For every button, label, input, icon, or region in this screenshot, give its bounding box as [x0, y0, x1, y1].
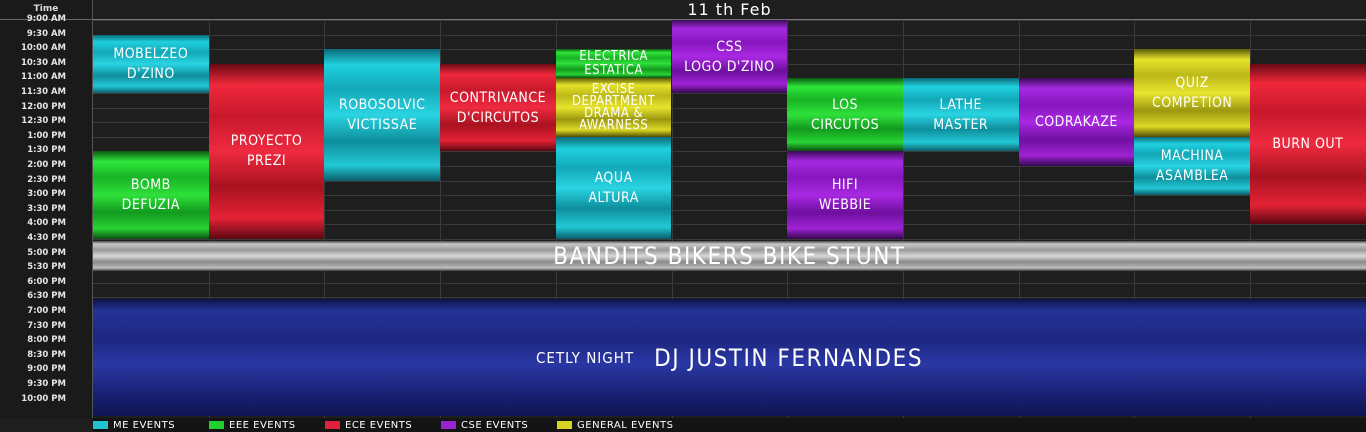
time-label: 5:00 PM [27, 247, 66, 258]
event-machina[interactable]: MACHINA ASAMBLEA [1134, 136, 1250, 196]
time-label: 5:30 PM [27, 262, 66, 273]
event-label: BOMB DEFUZIA [121, 177, 181, 214]
grid-row-line [93, 297, 1366, 299]
time-label: 1:00 PM [27, 130, 66, 141]
time-label: 9:30 PM [27, 379, 66, 389]
legend-label: GENERAL EVENTS [577, 419, 674, 431]
legend-swatch [325, 421, 340, 429]
event-mobelzeo[interactable]: MOBELZEO D'ZINO [93, 34, 209, 93]
event-label: CODRAKAZE [1034, 114, 1118, 131]
event-label: BURN OUT [1272, 136, 1344, 153]
legend-swatch [209, 421, 224, 429]
event-label: EXCISE DEPARTMENT DRAMA & AWARNESS [571, 81, 656, 133]
legend-item: ECE EVENTS [325, 419, 412, 431]
event-quiz[interactable]: QUIZ COMPETION [1134, 49, 1250, 137]
time-label: 11:30 AM [20, 87, 66, 97]
bike-stunt-label: BANDITS BIKERS BIKE STUNT [553, 242, 906, 270]
time-label: 9:30 AM [26, 28, 66, 39]
time-label: 11:00 AM [20, 72, 66, 83]
event-label: ROBOSOLVIC VICTISSAE [338, 96, 426, 133]
event-contrivance[interactable]: CONTRIVANCE D'CIRCUTOS [440, 63, 556, 152]
event-label: ELECTRICA ESTATICA [579, 48, 649, 78]
event-label: AQUA ALTURA [588, 169, 639, 206]
time-label: 4:30 PM [27, 233, 66, 243]
time-column: Time 9:00 AM 9:30 AM 10:00 AM 10:30 AM 11:00… [0, 0, 93, 418]
event-codrakaze[interactable]: CODRAKAZE [1018, 78, 1135, 166]
legend-item: CSE EVENTS [441, 419, 528, 431]
legend-swatch [557, 421, 572, 429]
schedule-app: Time 9:00 AM 9:30 AM 10:00 AM 10:30 AM 11:00… [0, 0, 1366, 432]
event-label: QUIZ COMPETION [1151, 74, 1233, 111]
grid-row-line [93, 282, 1366, 284]
legend-label: ECE EVENTS [345, 419, 413, 431]
legend-swatch [441, 421, 456, 429]
event-label: MOBELZEO D'ZINO [113, 45, 189, 82]
cetly-night-event[interactable]: CETLY NIGHT DJ JUSTIN FERNANDES [93, 299, 1366, 417]
event-label: LATHE MASTER [933, 96, 989, 133]
legend-label: CSE EVENTS [461, 419, 529, 431]
time-label: 4:00 PM [27, 218, 66, 229]
cetly-night-prefix: CETLY NIGHT [535, 348, 635, 367]
time-label: 2:00 PM [27, 160, 66, 170]
grid-row-line [93, 239, 1366, 240]
time-label: 6:30 PM [27, 291, 66, 302]
cetly-night-headline: DJ JUSTIN FERNANDES [654, 343, 924, 372]
event-label: LOS CIRCUTOS [810, 96, 880, 133]
time-label: 9:00 PM [27, 364, 66, 375]
time-label: 12:30 PM [21, 116, 66, 127]
schedule-grid: MOBELZEO D'ZINO BOMB DEFUZIA PROYECTO PREZ… [93, 20, 1366, 418]
time-label: 8:00 PM [27, 335, 66, 346]
event-robosolvic[interactable]: ROBOSOLVIC VICTISSAE [324, 49, 441, 181]
legend-item: EEE EVENTS [209, 419, 296, 431]
legend-label: ME EVENTS [113, 419, 176, 431]
event-label: MACHINA ASAMBLEA [1155, 147, 1229, 184]
event-excise[interactable]: EXCISE DEPARTMENT DRAMA & AWARNESS [555, 78, 672, 137]
time-label: 3:00 PM [27, 189, 66, 200]
time-label: 7:00 PM [27, 306, 66, 316]
time-label: 6:00 PM [27, 276, 66, 287]
event-aqua[interactable]: AQUA ALTURA [555, 136, 672, 239]
event-proyecto[interactable]: PROYECTO PREZI [208, 63, 325, 239]
legend-swatch [93, 421, 108, 429]
event-electrica[interactable]: ELECTRICA ESTATICA [555, 48, 672, 79]
time-label: 12:00 PM [21, 101, 66, 112]
time-label: 3:30 PM [27, 203, 66, 214]
time-label: 10:00 AM [20, 43, 66, 54]
event-bomb[interactable]: BOMB DEFUZIA [93, 151, 209, 239]
event-css[interactable]: CSS LOGO D'ZINO [671, 20, 788, 93]
legend-item: GENERAL EVENTS [557, 419, 673, 431]
legend-item: ME EVENTS [93, 419, 175, 431]
event-label: CONTRIVANCE D'CIRCUTOS [449, 89, 547, 126]
event-label: PROYECTO PREZI [230, 133, 303, 170]
event-circutos[interactable]: LOS CIRCUTOS [787, 78, 903, 152]
event-label: HIFI WEBBIE [818, 177, 872, 214]
event-hifi[interactable]: HIFI WEBBIE [787, 151, 903, 239]
time-label: 7:30 PM [27, 320, 66, 331]
time-label: 10:00 PM [21, 393, 66, 404]
bike-stunt-event[interactable]: BANDITS BIKERS BIKE STUNT [93, 241, 1366, 271]
legend-label: EEE EVENTS [229, 419, 296, 431]
time-label: 10:30 AM [20, 57, 66, 68]
event-label: CSS LOGO D'ZINO [684, 38, 775, 75]
time-label: 9:00 AM [26, 14, 66, 24]
time-label: 1:30 PM [27, 145, 66, 156]
time-label: 2:30 PM [27, 174, 66, 185]
legend: ME EVENTS EEE EVENTS ECE EVENTS CSE EVENTS G… [93, 418, 1366, 432]
event-lathe[interactable]: LATHE MASTER [902, 78, 1019, 152]
event-burnout[interactable]: BURN OUT [1250, 63, 1366, 225]
time-label: 8:30 PM [27, 349, 66, 360]
day-header: 11 th Feb [93, 0, 1366, 20]
